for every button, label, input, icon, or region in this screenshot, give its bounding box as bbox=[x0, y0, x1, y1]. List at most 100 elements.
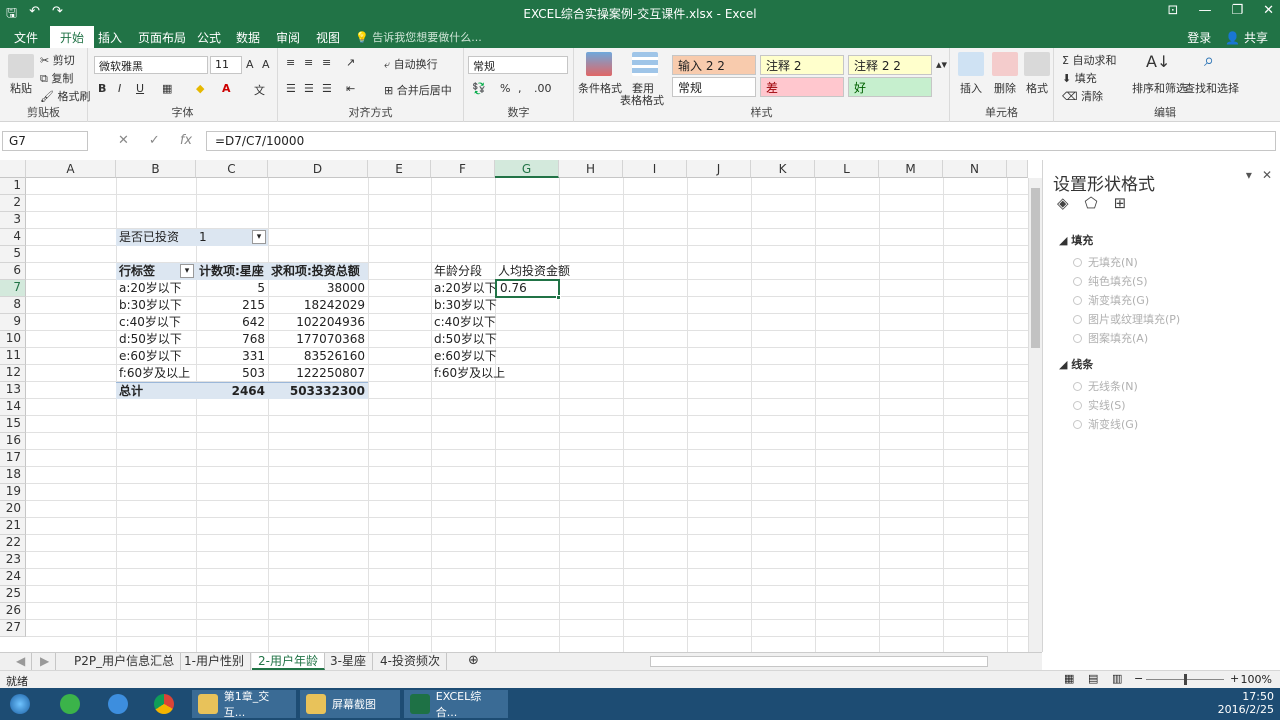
pivot-row-sum[interactable]: 38000 bbox=[268, 280, 368, 297]
format-cells-button[interactable]: 格式 bbox=[1026, 80, 1048, 96]
table-format-icon[interactable] bbox=[632, 52, 658, 76]
zoom-out-icon[interactable]: − bbox=[1134, 672, 1143, 685]
row-header[interactable]: 1 bbox=[0, 178, 26, 195]
number-format-select[interactable]: 常规 bbox=[468, 56, 568, 74]
format-painter-button[interactable]: 🖌 格式刷 bbox=[40, 88, 90, 104]
underline-button[interactable]: U bbox=[136, 82, 144, 95]
comma-button[interactable]: , bbox=[518, 82, 522, 95]
row-header[interactable]: 20 bbox=[0, 501, 26, 518]
row-header[interactable]: 8 bbox=[0, 297, 26, 314]
decimal-icon[interactable]: .00 bbox=[534, 82, 552, 95]
copy-button[interactable]: ⧉ 复制 bbox=[40, 70, 73, 86]
pivot-row-count[interactable]: 642 bbox=[196, 314, 268, 331]
sheet-nav-next-icon[interactable]: ▶ bbox=[34, 653, 57, 670]
name-box[interactable]: G7 bbox=[2, 131, 88, 151]
cancel-icon[interactable]: ✕ bbox=[118, 133, 129, 148]
orientation-icon[interactable]: ↗ bbox=[346, 56, 355, 69]
row-header[interactable]: 9 bbox=[0, 314, 26, 331]
row-header[interactable]: 12 bbox=[0, 365, 26, 382]
row-header[interactable]: 23 bbox=[0, 552, 26, 569]
close-button[interactable]: ✕ bbox=[1263, 3, 1274, 18]
bold-button[interactable]: B bbox=[98, 82, 106, 95]
cut-button[interactable]: ✂ 剪切 bbox=[40, 52, 75, 68]
pivot-total-label[interactable]: 总计 bbox=[116, 382, 196, 399]
pivot-total-sum[interactable]: 503332300 bbox=[268, 382, 368, 399]
fill-option-gradient[interactable]: 渐变填充(G) bbox=[1073, 292, 1149, 308]
row-header[interactable]: 27 bbox=[0, 620, 26, 637]
sheet-tab[interactable]: 4-投资频次 bbox=[374, 653, 447, 670]
sheet-tab[interactable]: 3-星座 bbox=[324, 653, 373, 670]
clock-date[interactable]: 2016/2/25 bbox=[1218, 703, 1274, 716]
column-header-l[interactable]: L bbox=[815, 160, 879, 178]
row-header[interactable]: 10 bbox=[0, 331, 26, 348]
row-header[interactable]: 5 bbox=[0, 246, 26, 263]
active-cell-g7[interactable]: 0.76 bbox=[495, 279, 560, 298]
tab-data[interactable]: 数据 bbox=[236, 29, 260, 46]
align-top-icon[interactable]: ≡ bbox=[286, 56, 295, 69]
fill-option-none[interactable]: 无填充(N) bbox=[1073, 254, 1138, 270]
row-header[interactable]: 18 bbox=[0, 467, 26, 484]
fill-line-tab-icon[interactable]: ◈ bbox=[1057, 194, 1069, 212]
tab-review[interactable]: 审阅 bbox=[276, 29, 300, 46]
fill-option-pattern[interactable]: 图案填充(A) bbox=[1073, 330, 1148, 346]
row-header[interactable]: 21 bbox=[0, 518, 26, 535]
clear-button[interactable]: ⌫ 清除 bbox=[1062, 88, 1103, 104]
share-button[interactable]: 👤 共享 bbox=[1225, 29, 1268, 46]
pivot-filter-label[interactable]: 是否已投资 bbox=[116, 229, 196, 246]
row-header[interactable]: 19 bbox=[0, 484, 26, 501]
row-header[interactable]: 3 bbox=[0, 212, 26, 229]
start-button[interactable] bbox=[4, 690, 36, 718]
row-header[interactable]: 22 bbox=[0, 535, 26, 552]
zoom-level[interactable]: 100% bbox=[1241, 673, 1272, 686]
row-header[interactable]: 25 bbox=[0, 586, 26, 603]
pivot-row-sum[interactable]: 102204936 bbox=[268, 314, 368, 331]
pivot-row-label[interactable]: e:60岁以下 bbox=[116, 348, 196, 365]
horizontal-scrollbar[interactable] bbox=[650, 656, 988, 667]
page-layout-view-icon[interactable]: ▤ bbox=[1088, 672, 1098, 685]
row-header[interactable]: 4 bbox=[0, 229, 26, 246]
conditional-format-button[interactable]: 条件格式 bbox=[578, 80, 622, 96]
column-header-j[interactable]: J bbox=[687, 160, 751, 178]
insert-function-icon[interactable]: fx bbox=[180, 133, 192, 148]
restore-button[interactable]: ❐ bbox=[1231, 3, 1243, 18]
add-sheet-icon[interactable]: ⊕ bbox=[462, 653, 485, 670]
sheet-nav-prev-icon[interactable]: ◀ bbox=[10, 653, 33, 670]
sheet-tab[interactable]: P2P_用户信息汇总 bbox=[68, 653, 182, 670]
side-row-label[interactable]: d:50岁以下 bbox=[431, 331, 497, 348]
column-header-h[interactable]: H bbox=[559, 160, 623, 178]
font-size-select[interactable]: 11 bbox=[210, 56, 242, 74]
pivot-row-count[interactable]: 5 bbox=[196, 280, 268, 297]
pane-options-icon[interactable]: ▾ bbox=[1246, 168, 1252, 182]
autosum-button[interactable]: Σ 自动求和 bbox=[1062, 52, 1116, 68]
fill-option-solid[interactable]: 纯色填充(S) bbox=[1073, 273, 1148, 289]
taskbar-app-360[interactable] bbox=[54, 690, 86, 718]
ribbon-options-icon[interactable]: ⊡ bbox=[1168, 3, 1179, 18]
font-color-icon[interactable]: A bbox=[222, 82, 231, 95]
italic-button[interactable]: I bbox=[118, 82, 121, 95]
row-header[interactable]: 24 bbox=[0, 569, 26, 586]
vertical-scrollbar[interactable] bbox=[1028, 178, 1042, 652]
pivot-row-sum[interactable]: 18242029 bbox=[268, 297, 368, 314]
align-right-icon[interactable]: ☰ bbox=[322, 82, 332, 95]
page-break-view-icon[interactable]: ▥ bbox=[1112, 672, 1122, 685]
formula-input[interactable]: =D7/C7/10000 bbox=[206, 131, 1276, 151]
taskbar-folder-1[interactable]: 第1章_交互... bbox=[192, 690, 296, 719]
zoom-slider-thumb[interactable] bbox=[1184, 674, 1187, 685]
align-middle-icon[interactable]: ≡ bbox=[304, 56, 313, 69]
clock-time[interactable]: 17:50 bbox=[1218, 690, 1274, 703]
align-left-icon[interactable]: ☰ bbox=[286, 82, 296, 95]
pivot-row-sum[interactable]: 122250807 bbox=[268, 365, 368, 382]
fill-handle[interactable] bbox=[556, 295, 561, 300]
column-header-i[interactable]: I bbox=[623, 160, 687, 178]
side-row-label[interactable]: a:20岁以下 bbox=[431, 280, 497, 297]
row-header[interactable]: 17 bbox=[0, 450, 26, 467]
pivot-row-label[interactable]: c:40岁以下 bbox=[116, 314, 196, 331]
select-all-corner[interactable] bbox=[0, 160, 26, 178]
tab-view[interactable]: 视图 bbox=[316, 29, 340, 46]
column-header-b[interactable]: B bbox=[116, 160, 196, 178]
delete-cells-icon[interactable] bbox=[992, 52, 1018, 76]
pivot-row-label[interactable]: f:60岁及以上 bbox=[116, 365, 196, 382]
filter-funnel-icon[interactable]: ▾ bbox=[252, 230, 266, 244]
column-header-e[interactable]: E bbox=[368, 160, 431, 178]
row-header[interactable]: 6 bbox=[0, 263, 26, 280]
